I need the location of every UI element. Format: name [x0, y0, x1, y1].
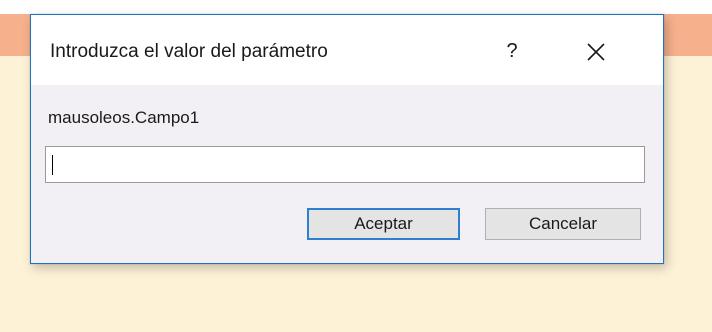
accept-button[interactable]: Aceptar	[307, 208, 460, 240]
text-caret	[52, 155, 53, 175]
background-top-strip	[0, 0, 712, 14]
parameter-dialog: Introduzca el valor del parámetro ? maus…	[30, 14, 664, 264]
dialog-title: Introduzca el valor del parámetro	[50, 41, 328, 62]
parameter-value-input[interactable]	[45, 146, 645, 183]
help-button[interactable]: ?	[497, 36, 527, 66]
parameter-prompt-label: mausoleos.Campo1	[48, 108, 200, 127]
dialog-titlebar[interactable]: Introduzca el valor del parámetro ?	[31, 15, 663, 85]
close-button[interactable]	[579, 35, 613, 69]
cancel-button[interactable]: Cancelar	[485, 208, 641, 240]
close-icon	[587, 43, 605, 61]
dialog-body: mausoleos.Campo1 Aceptar Cancelar	[31, 85, 663, 263]
